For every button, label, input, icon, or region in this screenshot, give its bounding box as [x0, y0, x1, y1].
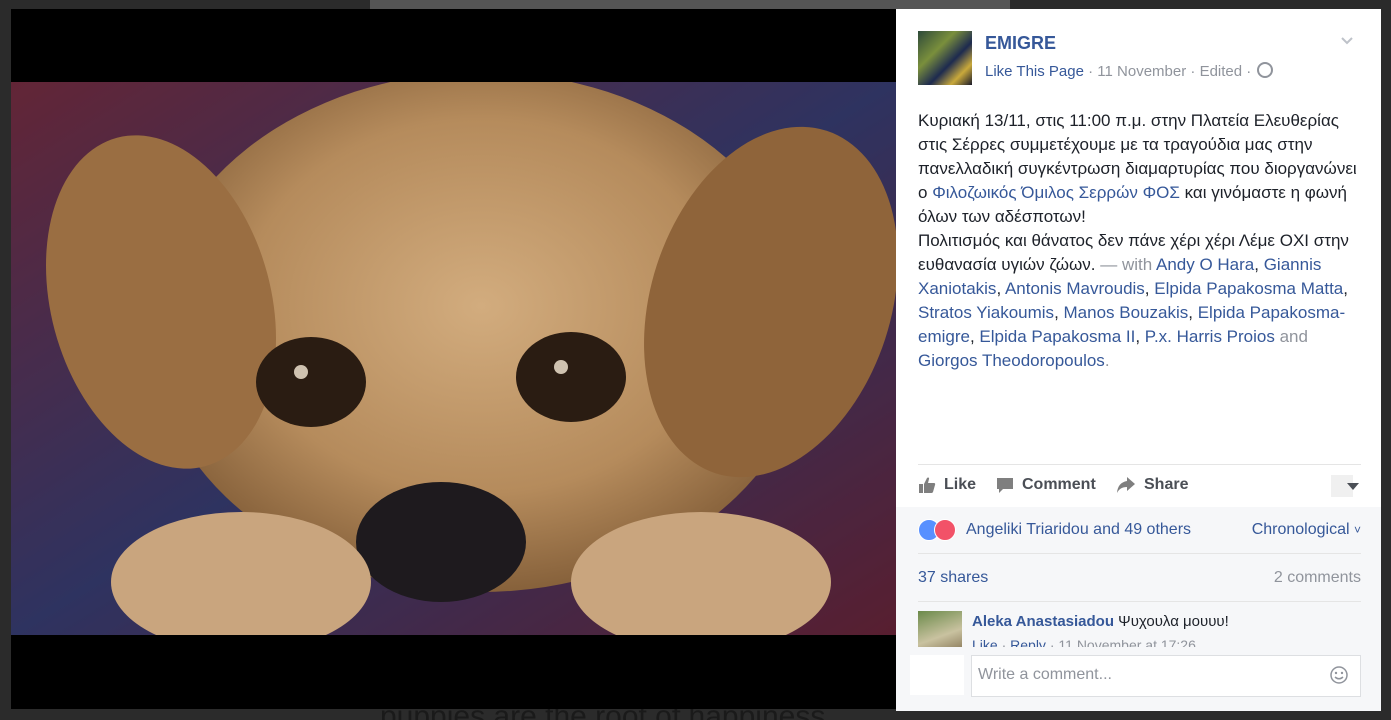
caret-down-icon: [1347, 483, 1359, 490]
post-body: Κυριακή 13/11, στις 11:00 π.μ. στην Πλατ…: [918, 111, 1357, 370]
tag-link[interactable]: P.x. Harris Proios: [1145, 327, 1275, 346]
chevron-down-icon[interactable]: [1341, 35, 1353, 47]
divider: [918, 464, 1361, 465]
post-header: EMIGRE Like This Page · 11 November · Ed…: [918, 31, 1361, 85]
sort-dropdown[interactable]: Chronological ˅: [1252, 521, 1361, 539]
comment-text: Ψυχουλα μουυυ!: [1118, 613, 1229, 630]
tag-link[interactable]: Elpida Papakosma II: [979, 327, 1135, 346]
write-comment-box[interactable]: [971, 655, 1361, 697]
meta-separator: ·: [1190, 63, 1196, 80]
comment-icon: [997, 478, 1013, 493]
comment-label: Comment: [1022, 476, 1096, 493]
sort-label: Chronological: [1251, 521, 1350, 538]
reaction-names-link[interactable]: Angeliki Triaridou and 49 others: [966, 521, 1191, 539]
chevron-down-icon: ˅: [1353, 523, 1361, 537]
like-page-link[interactable]: Like This Page: [985, 63, 1084, 80]
globe-icon: [1257, 62, 1274, 78]
comment-time[interactable]: 11 November at 17:26: [1058, 637, 1196, 647]
love-reaction-icon[interactable]: [934, 519, 956, 541]
shares-row: 37 shares 2 comments: [918, 569, 1361, 593]
tag-link[interactable]: Manos Bouzakis: [1064, 303, 1189, 322]
tag-link[interactable]: Elpida Papakosma Matta: [1154, 279, 1343, 298]
current-user-avatar: [910, 655, 964, 695]
comment-author: Aleka Anastasiadou Ψυχουλα μουυυ!: [972, 613, 1229, 630]
backdrop-strip: [370, 0, 1010, 9]
post-date[interactable]: 11 November: [1097, 63, 1186, 80]
divider: [918, 553, 1361, 554]
page-avatar[interactable]: [918, 31, 972, 85]
tag-link[interactable]: Giorgos Theodoropoulos: [918, 351, 1105, 370]
mention-link[interactable]: Φιλοζωικός Όμιλος Σερρών ΦΟΣ: [932, 183, 1180, 202]
like-icon: [919, 477, 936, 493]
comment-meta: Like · Reply · 11 November at 17:26: [972, 637, 1196, 647]
meta-separator: ·: [1088, 63, 1094, 80]
feedback-section: Angeliki Triaridou and 49 others Chronol…: [896, 507, 1381, 711]
comment-reply-link[interactable]: Reply: [1010, 637, 1046, 647]
comment-button[interactable]: Comment: [996, 476, 1096, 494]
smiley-icon[interactable]: [1330, 666, 1348, 684]
with-label: — with: [1095, 255, 1156, 274]
page-name-link[interactable]: EMIGRE: [985, 33, 1056, 54]
post-period: .: [1104, 351, 1110, 370]
edited-label[interactable]: Edited: [1200, 63, 1243, 80]
comment-author-link[interactable]: Aleka Anastasiadou: [972, 613, 1114, 630]
post-meta: Like This Page · 11 November · Edited ·: [985, 62, 1274, 80]
commenter-avatar[interactable]: [918, 611, 962, 647]
comment-like-link[interactable]: Like: [972, 637, 998, 647]
shares-link[interactable]: 37 shares: [918, 569, 988, 586]
and-label: and: [1274, 327, 1308, 346]
like-button[interactable]: Like: [918, 476, 976, 494]
tag-link[interactable]: Stratos Yiakoumis: [918, 303, 1054, 322]
post-photo[interactable]: [11, 82, 896, 635]
divider: [918, 601, 1361, 602]
meta-separator: ·: [1246, 63, 1252, 80]
share-button[interactable]: Share: [1116, 476, 1188, 494]
like-label: Like: [944, 476, 977, 493]
tag-link[interactable]: Andy O Hara: [1156, 255, 1254, 274]
reactions-row: Angeliki Triaridou and 49 others Chronol…: [918, 519, 1361, 543]
photo-stage[interactable]: [11, 9, 896, 709]
comment-input[interactable]: [972, 656, 1314, 694]
action-bar: Like Comment Share: [918, 473, 1361, 499]
post-panel: EMIGRE Like This Page · 11 November · Ed…: [896, 9, 1381, 711]
tag-link[interactable]: Antonis Mavroudis: [1005, 279, 1145, 298]
puppy-photo: [11, 82, 896, 635]
share-label: Share: [1144, 476, 1189, 493]
audience-selector[interactable]: [1331, 475, 1359, 497]
share-icon: [1117, 477, 1135, 493]
comment-item: Aleka Anastasiadou Ψυχουλα μουυυ! Like ·…: [918, 607, 1361, 647]
comments-count-link[interactable]: 2 comments: [1274, 569, 1361, 587]
